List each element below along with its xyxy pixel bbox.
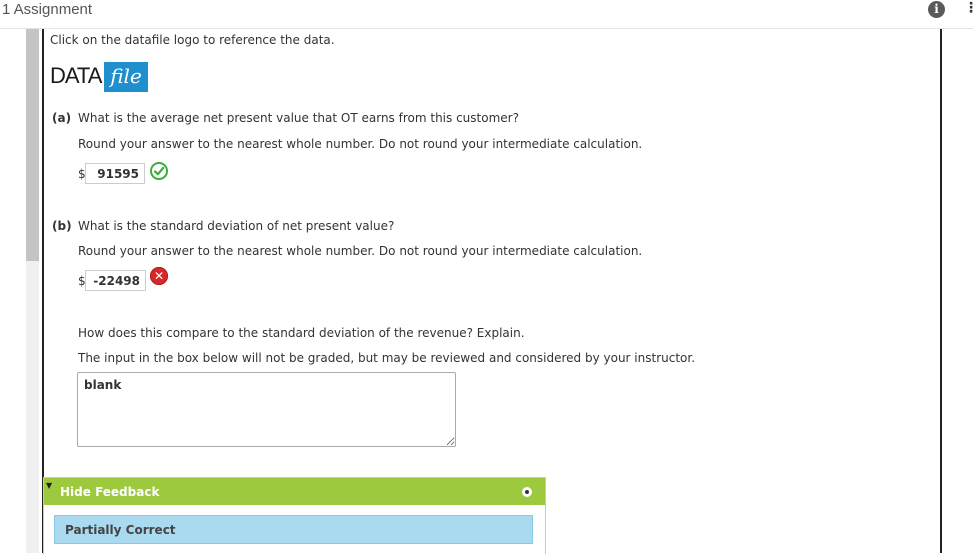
scrollbar-thumb[interactable] <box>26 29 39 261</box>
part-b-tag: (b) <box>52 219 72 233</box>
logo-file-text: file <box>104 62 148 92</box>
correct-check-icon <box>150 162 168 180</box>
info-icon[interactable]: i <box>928 1 945 18</box>
part-a-instruction: Round your answer to the nearest whole n… <box>78 137 643 151</box>
collapse-triangle-icon: ▼ <box>46 481 53 490</box>
question-panel <box>42 29 942 553</box>
hide-feedback-toggle[interactable]: ▼ Hide Feedback <box>44 478 545 505</box>
part-b-answer-input[interactable]: -22498 <box>85 270 146 291</box>
assignment-title: 1 Assignment <box>2 1 93 18</box>
compare-question: How does this compare to the standard de… <box>78 326 525 340</box>
explanation-textarea[interactable] <box>77 372 456 447</box>
logo-data-text: DATA <box>50 63 102 88</box>
feedback-status-text: Partially Correct <box>65 523 176 537</box>
part-b-instruction: Round your answer to the nearest whole n… <box>78 244 643 258</box>
part-a-answer-input[interactable]: 91595 <box>85 163 145 184</box>
compare-note: The input in the box below will not be g… <box>78 351 696 365</box>
feedback-status-banner: Partially Correct <box>54 515 533 544</box>
part-a-question: What is the average net present value th… <box>78 111 519 125</box>
hide-feedback-label: Hide Feedback <box>60 485 160 499</box>
more-icon[interactable]: ⋮ <box>964 0 973 16</box>
feedback-options-icon[interactable] <box>522 487 532 497</box>
intro-text: Click on the datafile logo to reference … <box>50 33 335 47</box>
part-a-tag: (a) <box>52 111 72 125</box>
top-bar: 1 Assignment i ⋮ <box>0 0 973 29</box>
part-b-question: What is the standard deviation of net pr… <box>78 219 395 233</box>
incorrect-x-icon: ✕ <box>150 267 168 285</box>
feedback-panel: ▼ Hide Feedback Partially Correct <box>43 477 546 554</box>
